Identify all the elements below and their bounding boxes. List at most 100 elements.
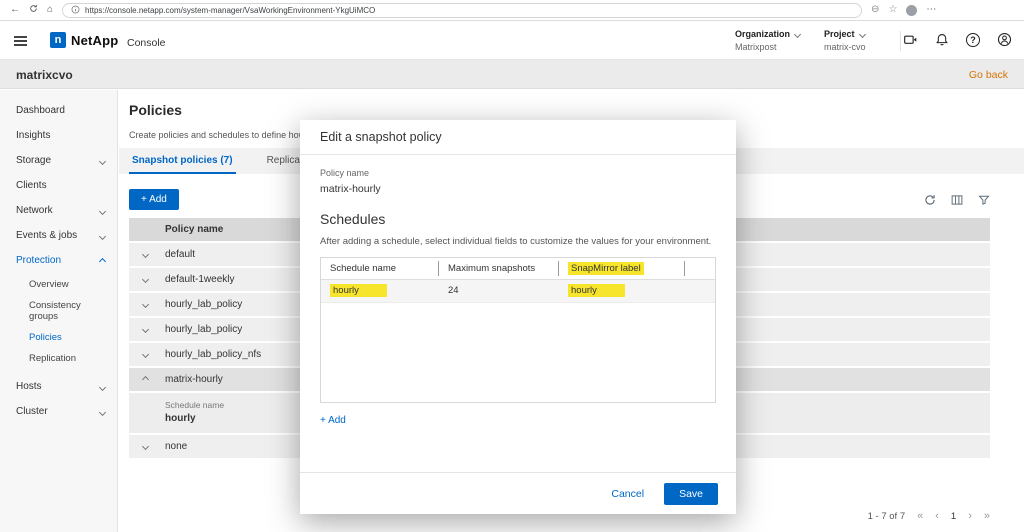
schedule-name-field[interactable]: hourly [321,280,439,302]
sidebar-item-cluster[interactable]: Cluster [0,399,117,424]
help-glyph: ? [966,33,980,47]
url-bar[interactable]: https://console.netapp.com/system-manage… [62,3,862,18]
chevron-down-icon [794,30,801,37]
column-header-schedule-name: Schedule name [321,258,439,279]
sidebar-subitem-overview[interactable]: Overview [0,274,117,295]
sidebar-subitem-consistency-groups[interactable]: Consistency groups [0,295,117,327]
columns-icon[interactable] [951,194,963,206]
browser-profile-avatar[interactable] [906,5,917,16]
refresh-icon[interactable] [924,194,936,206]
column-header-policy-name: Policy name [129,224,223,235]
last-page-icon[interactable]: » [984,511,990,522]
schedules-description: After adding a schedule, select individu… [320,236,716,247]
header-icons: ? [903,32,1012,47]
policy-name-label: Policy name [320,168,716,178]
sidebar-item-label: Storage [16,155,51,166]
chevron-down-icon [858,30,865,37]
highlight-mark: SnapMirror label [568,262,644,275]
chevron-down-icon [99,233,106,240]
chevron-down-icon [99,384,106,391]
connector-icon[interactable] [903,32,918,47]
browser-home-icon[interactable]: ⌂ [47,5,53,15]
cancel-button[interactable]: Cancel [611,488,644,500]
sidebar-item-insights[interactable]: Insights [0,123,117,148]
sidebar-item-label: Network [16,205,53,216]
sidebar: Dashboard Insights Storage Clients Netwo… [0,90,118,532]
page-title: Policies [129,102,182,118]
modal-body: Policy name matrix-hourly Schedules Afte… [300,155,736,428]
hamburger-menu-icon[interactable] [14,36,27,49]
netapp-logo[interactable]: n NetApp [50,32,118,48]
organization-label: Organization [735,29,790,39]
project-label: Project [824,29,855,39]
header-divider [900,31,901,51]
chevron-down-icon [99,208,106,215]
browser-favorite-star-icon[interactable]: ☆ [888,5,897,15]
schedules-table-header: Schedule name Maximum snapshots SnapMirr… [321,258,715,280]
add-schedule-link[interactable]: + Add [320,415,346,426]
maximum-snapshots-field[interactable]: 24 [439,280,559,302]
schedule-row: hourly 24 hourly [321,280,715,303]
filter-icon[interactable] [978,194,990,206]
schedules-table: Schedule name Maximum snapshots SnapMirr… [320,257,716,403]
account-person-icon[interactable] [997,32,1012,47]
url-text: https://console.netapp.com/system-manage… [85,6,375,15]
first-page-icon[interactable]: « [917,511,923,522]
notifications-bell-icon[interactable] [935,33,949,47]
save-button[interactable]: Save [664,483,718,505]
sidebar-item-storage[interactable]: Storage [0,148,117,173]
sidebar-item-label: Hosts [16,381,42,392]
policy-name-value: matrix-hourly [320,183,716,195]
edit-snapshot-policy-modal: Edit a snapshot policy Policy name matri… [300,120,736,514]
modal-title: Edit a snapshot policy [300,120,736,155]
organization-value: Matrixpost [735,42,800,52]
browser-back-icon[interactable]: ← [10,5,20,15]
help-icon[interactable]: ? [966,33,980,47]
organization-select[interactable]: Organization Matrixpost [735,29,800,52]
sidebar-item-label: Events & jobs [16,230,77,241]
browser-chrome: ← ⌂ https://console.netapp.com/system-ma… [0,0,1024,21]
next-page-icon[interactable]: › [968,511,972,522]
sidebar-item-label: Protection [16,255,61,266]
project-select[interactable]: Project matrix-cvo [824,29,866,52]
sidebar-item-label: Cluster [16,406,48,417]
table-toolbar [924,194,990,206]
sidebar-item-protection[interactable]: Protection [0,248,117,273]
chevron-down-icon [99,158,106,165]
schedules-heading: Schedules [320,211,716,227]
highlight-mark: hourly [568,284,625,297]
working-environment-title: matrixcvo [16,68,73,82]
browser-refresh-icon[interactable] [29,4,38,16]
sidebar-subitem-replication[interactable]: Replication [0,348,117,369]
netapp-logo-mark-icon: n [50,32,66,48]
chevron-down-icon [99,409,106,416]
sidebar-subitem-policies[interactable]: Policies [0,327,117,348]
app-header: n NetApp Console Organization Matrixpost… [0,21,1024,60]
go-back-link[interactable]: Go back [969,69,1008,81]
browser-blocked-icon[interactable]: ⊖ [871,5,879,15]
tab-snapshot-policies[interactable]: Snapshot policies (7) [129,148,236,174]
sidebar-item-label: Clients [16,180,47,191]
project-value: matrix-cvo [824,42,866,52]
current-page-number[interactable]: 1 [951,511,956,522]
previous-page-icon[interactable]: ‹ [935,511,939,522]
working-environment-bar: matrixcvo Go back [0,60,1024,89]
policy-name-cell: none [129,441,187,452]
sidebar-item-label: Insights [16,130,50,141]
sidebar-item-dashboard[interactable]: Dashboard [0,98,117,123]
browser-menu-icon[interactable]: ⋯ [926,5,936,15]
snapmirror-label-field[interactable]: hourly [559,280,685,302]
sidebar-item-network[interactable]: Network [0,198,117,223]
policy-name-cell: default [129,249,195,260]
chevron-up-icon [99,258,106,265]
add-policy-button[interactable]: + Add [129,189,179,210]
sidebar-item-clients[interactable]: Clients [0,173,117,198]
product-name: Console [127,37,166,49]
site-info-icon[interactable] [71,5,80,16]
modal-footer: Cancel Save [300,472,736,514]
sidebar-item-events-jobs[interactable]: Events & jobs [0,223,117,248]
highlight-mark: hourly [330,284,387,297]
pagination-summary: 1 - 7 of 7 [868,511,906,522]
column-header-snapmirror-label: SnapMirror label [559,258,685,279]
sidebar-item-hosts[interactable]: Hosts [0,374,117,399]
